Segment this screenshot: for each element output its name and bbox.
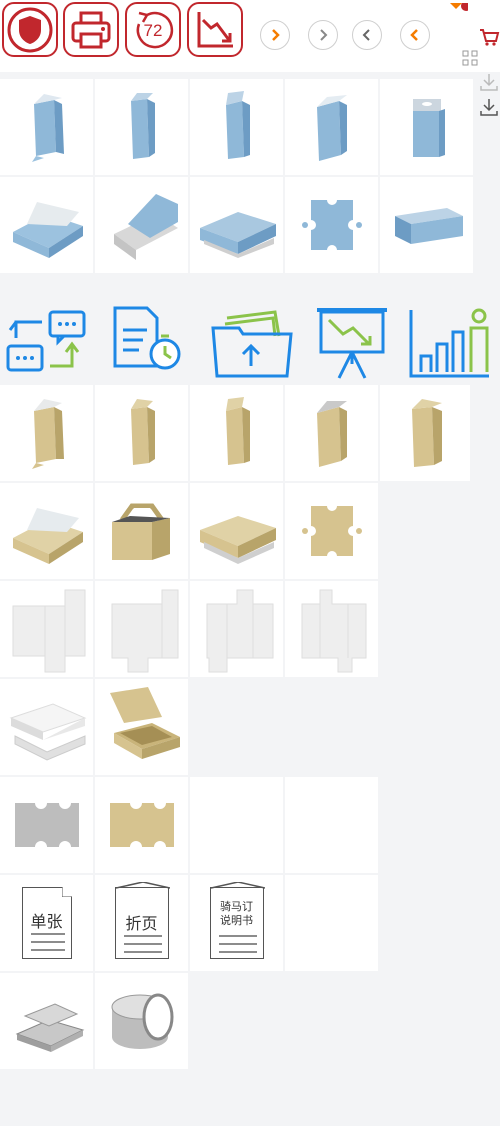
chevron-left-icon [362, 29, 370, 41]
saddle-stitch-manual-item[interactable]: 骑马订 说明书 [190, 875, 283, 971]
document-timer-icon[interactable] [103, 292, 196, 380]
round-window-tin[interactable] [95, 973, 188, 1069]
folded-leaflet-label: 折页 [125, 914, 158, 933]
blue-lid-box[interactable] [190, 177, 283, 273]
prev-orange-button[interactable] [400, 20, 430, 50]
download-icon[interactable] [478, 72, 500, 92]
saddle-stitch-manual-icon: 骑马订 说明书 [209, 882, 265, 959]
kraft-tuck-box-5[interactable] [380, 385, 470, 481]
rectangular-tin-box[interactable] [0, 973, 93, 1069]
kraft-tuck-box-2[interactable] [95, 385, 188, 481]
white-dieline-1[interactable] [0, 581, 93, 677]
chart-down-button[interactable] [187, 2, 243, 57]
chevron-left-icon [410, 29, 418, 41]
blue-tuck-box-3[interactable] [190, 79, 283, 175]
kraft-handle-box[interactable] [95, 483, 188, 579]
chevron-right-icon [272, 29, 280, 41]
shield-button[interactable] [2, 2, 58, 57]
kraft-tuck-box-3[interactable] [190, 385, 283, 481]
printer-icon [71, 11, 111, 48]
single-sheet-icon: 单张 [21, 887, 72, 959]
kraft-die-cut-flat[interactable] [285, 483, 378, 579]
empty-slot [285, 875, 378, 971]
kraft-mailer-box[interactable] [0, 483, 93, 579]
blue-mailer-box[interactable] [0, 177, 93, 273]
blue-sleeve-box[interactable] [95, 177, 188, 273]
saddle-label-1: 骑马订 [220, 900, 253, 913]
white-dieline-2[interactable] [95, 581, 188, 677]
shield-icon [7, 7, 53, 52]
empty-slot [190, 777, 283, 873]
saddle-label-2: 说明书 [220, 914, 253, 927]
kraft-lid-box[interactable] [190, 483, 283, 579]
presentation-chart-icon[interactable] [309, 292, 402, 380]
white-dieline-3[interactable] [190, 581, 283, 677]
kraft-tuck-box-4[interactable] [285, 385, 378, 481]
prev-gray-button[interactable] [352, 20, 382, 50]
next-gray-button[interactable] [308, 20, 338, 50]
72-label: 72 [143, 21, 163, 40]
72-hour-button[interactable]: 72 [125, 2, 181, 57]
gray-flat-tray[interactable] [0, 777, 93, 873]
badge-icon [448, 0, 471, 11]
blue-tuck-box-4[interactable] [285, 79, 378, 175]
empty-slot [285, 777, 378, 873]
kraft-tuck-box-1[interactable] [0, 385, 93, 481]
next-orange-button[interactable] [260, 20, 290, 50]
kraft-flat-tray[interactable] [95, 777, 188, 873]
chevron-right-icon [320, 29, 328, 41]
white-dieline-4[interactable] [285, 581, 378, 677]
single-sheet-label: 单张 [30, 912, 63, 931]
cart-icon[interactable] [478, 26, 500, 48]
single-sheet-item[interactable]: 单张 [0, 875, 93, 971]
blue-hanger-box[interactable] [380, 79, 473, 175]
blue-tuck-box-1[interactable] [0, 79, 93, 175]
kraft-open-mailer[interactable] [95, 679, 188, 775]
bar-chart-person-icon[interactable] [405, 292, 498, 380]
folded-leaflet-icon: 折页 [114, 882, 170, 959]
chart-down-icon [197, 11, 233, 47]
white-rigid-box[interactable] [0, 679, 93, 775]
blue-tuck-box-2[interactable] [95, 79, 188, 175]
qr-icon[interactable] [462, 50, 478, 66]
download-icon[interactable] [478, 97, 500, 117]
folder-upload-icon[interactable] [205, 292, 298, 380]
blue-die-cut-flat[interactable] [285, 177, 378, 273]
chat-exchange-icon[interactable] [0, 292, 93, 380]
folded-leaflet-item[interactable]: 折页 [95, 875, 188, 971]
printer-button[interactable] [63, 2, 119, 57]
blue-flat-sleeve[interactable] [380, 177, 473, 273]
